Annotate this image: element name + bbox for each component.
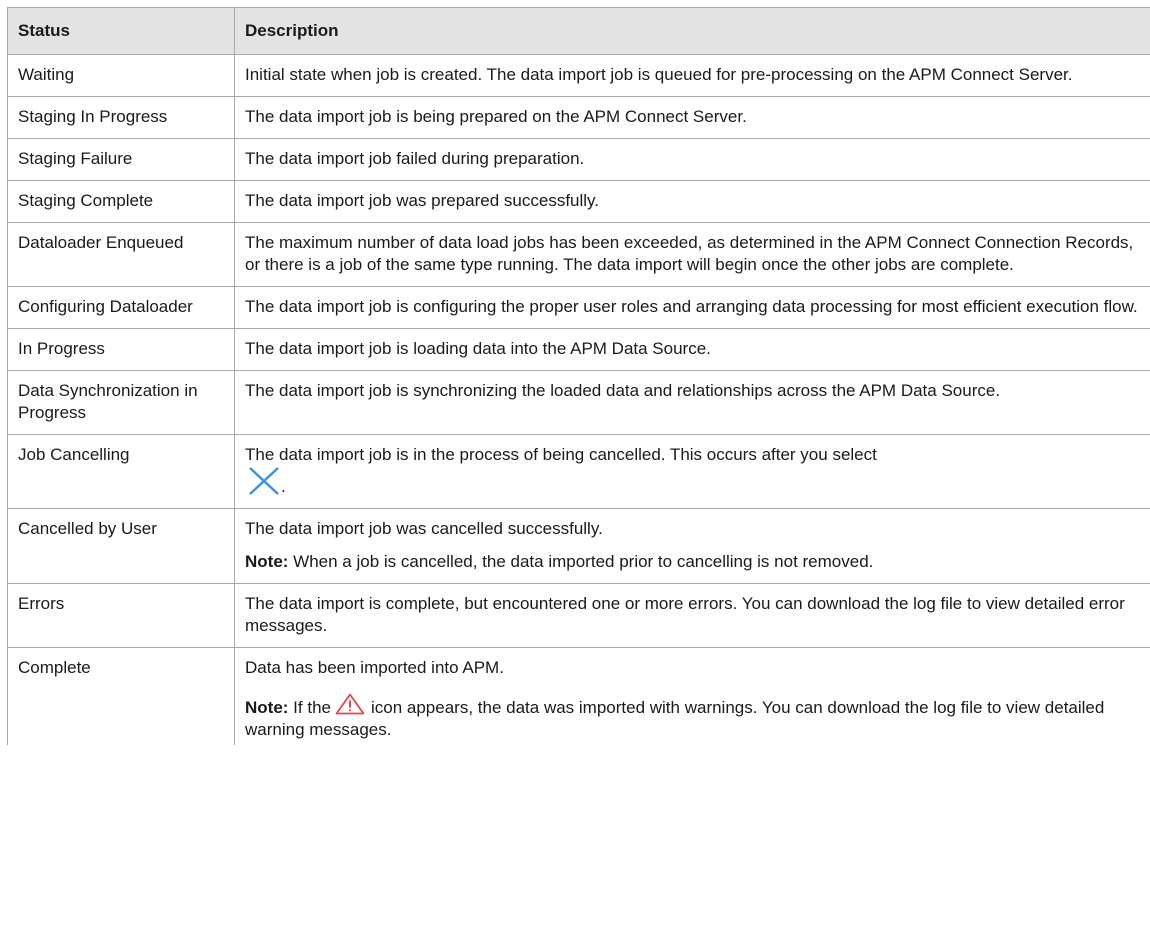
note-prefix: If the [288, 698, 331, 717]
note-label: Note: [245, 552, 289, 571]
table-row: Job Cancelling The data import job is in… [7, 434, 1150, 509]
status-cell: Complete [7, 647, 235, 745]
note-paragraph: Note: When a job is cancelled, the data … [245, 551, 1144, 573]
table-row: Cancelled by User The data import job wa… [7, 508, 1150, 584]
status-cell: Cancelled by User [7, 508, 235, 584]
status-description-table: Status Description Waiting Initial state… [7, 7, 1150, 745]
table-row: Waiting Initial state when job is create… [7, 54, 1150, 97]
description-cell: The maximum number of data load jobs has… [234, 222, 1150, 287]
note-label: Note: [245, 698, 289, 717]
status-cell: Waiting [7, 54, 235, 97]
table-row: Staging Complete The data import job was… [7, 180, 1150, 223]
status-cell: Job Cancelling [7, 434, 235, 509]
description-text: Data has been imported into APM. [245, 658, 504, 677]
description-trailing: . [281, 477, 286, 496]
table-row: Staging Failure The data import job fail… [7, 138, 1150, 181]
table-row: Dataloader Enqueued The maximum number o… [7, 222, 1150, 287]
note-suffix: icon appears, the data was imported with… [245, 698, 1105, 739]
description-cell: The data import job was prepared success… [234, 180, 1150, 223]
table-row: Errors The data import is complete, but … [7, 583, 1150, 648]
table-row: Complete Data has been imported into APM… [7, 647, 1150, 745]
note-paragraph: Note: If the icon appears, the data was … [245, 693, 1144, 741]
status-cell: In Progress [7, 328, 235, 371]
warning-triangle-icon [335, 693, 365, 715]
status-column-header: Status [7, 7, 235, 55]
description-text: The data import job is in the process of… [245, 445, 877, 464]
description-cell: Initial state when job is created. The d… [234, 54, 1150, 97]
description-column-header: Description [234, 7, 1150, 55]
status-cell: Errors [7, 583, 235, 648]
description-cell: The data import job was cancelled succes… [234, 508, 1150, 584]
description-cell: The data import job is synchronizing the… [234, 370, 1150, 435]
table-row: Data Synchronization in Progress The dat… [7, 370, 1150, 435]
note-text: When a job is cancelled, the data import… [288, 552, 874, 571]
description-cell: The data import is complete, but encount… [234, 583, 1150, 648]
description-text: The data import job was cancelled succes… [245, 519, 603, 538]
description-cell: Data has been imported into APM. Note: I… [234, 647, 1150, 745]
description-cell: The data import job is loading data into… [234, 328, 1150, 371]
table-row: Configuring Dataloader The data import j… [7, 286, 1150, 329]
table-row: In Progress The data import job is loadi… [7, 328, 1150, 371]
status-cell: Staging Failure [7, 138, 235, 181]
description-cell: The data import job is in the process of… [234, 434, 1150, 509]
description-cell: The data import job failed during prepar… [234, 138, 1150, 181]
description-cell: The data import job is configuring the p… [234, 286, 1150, 329]
status-cell: Staging In Progress [7, 96, 235, 139]
status-cell: Dataloader Enqueued [7, 222, 235, 287]
table-header-row: Status Description [7, 7, 1150, 55]
status-cell: Staging Complete [7, 180, 235, 223]
status-cell: Configuring Dataloader [7, 286, 235, 329]
close-x-icon [249, 467, 279, 495]
description-cell: The data import job is being prepared on… [234, 96, 1150, 139]
table-row: Staging In Progress The data import job … [7, 96, 1150, 139]
status-cell: Data Synchronization in Progress [7, 370, 235, 435]
